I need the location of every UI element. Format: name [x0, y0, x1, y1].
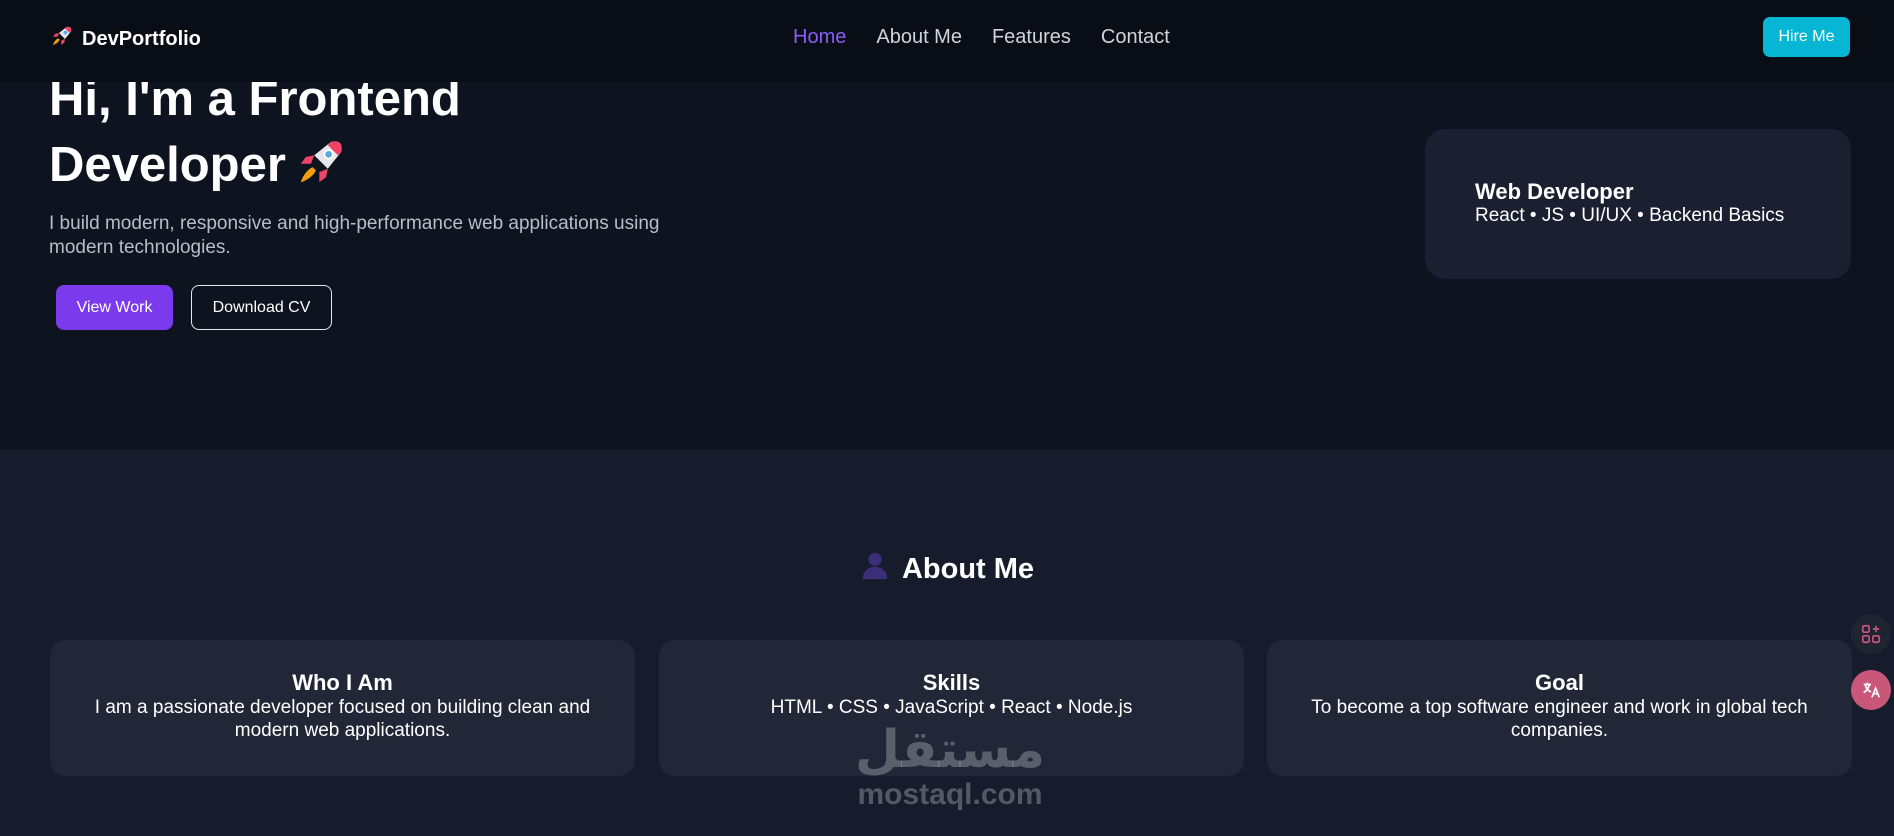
card-text: To become a top software engineer and wo…: [1311, 697, 1808, 741]
role-card: Web Developer React • JS • UI/UX • Backe…: [1425, 129, 1851, 279]
hire-me-button[interactable]: Hire Me: [1763, 17, 1850, 57]
card-title: Goal: [1535, 670, 1584, 695]
hero-subtitle: I build modern, responsive and high-perf…: [49, 213, 660, 258]
hero-title: Hi, I'm a Frontend Developer: [49, 66, 689, 206]
brand-name: DevPortfolio: [82, 27, 201, 50]
nav-link-home[interactable]: Home: [793, 22, 846, 52]
role-card-title: Web Developer: [1475, 179, 1634, 204]
nav-links: Home About Me Features Contact: [793, 22, 1170, 52]
top-navbar: DevPortfolio Home About Me Features Cont…: [0, 0, 1894, 82]
nav-link-about-me[interactable]: About Me: [876, 22, 962, 52]
watermark-arabic: مستقل: [854, 720, 1046, 780]
apps-icon[interactable]: [1851, 614, 1891, 654]
nav-link-contact[interactable]: Contact: [1101, 22, 1170, 52]
role-card-text: React • JS • UI/UX • Backend Basics: [1475, 205, 1785, 226]
rocket-icon: [294, 135, 348, 206]
translate-icon[interactable]: [1851, 670, 1891, 710]
card-goal: Goal To become a top software engineer a…: [1267, 640, 1852, 776]
watermark: مستقل mostaql.com: [820, 722, 1080, 812]
about-heading: About Me: [0, 550, 1894, 588]
brand-logo[interactable]: DevPortfolio: [50, 24, 201, 54]
about-heading-text: About Me: [901, 552, 1035, 585]
card-title: Who I Am: [292, 670, 393, 695]
card-who-i-am: Who I Am I am a passionate developer foc…: [50, 640, 635, 776]
download-cv-button[interactable]: Download CV: [191, 285, 332, 330]
nav-link-features[interactable]: Features: [992, 22, 1071, 52]
watermark-latin: mostaql.com: [857, 778, 1043, 811]
card-title: Skills: [922, 670, 981, 695]
person-icon: [860, 550, 890, 588]
card-text: I am a passionate developer focused on b…: [94, 697, 591, 741]
hero-title-line2: Developer: [49, 138, 286, 192]
card-text: HTML • CSS • JavaScript • React • Node.j…: [770, 697, 1133, 718]
view-work-button[interactable]: View Work: [56, 285, 173, 330]
rocket-icon: [50, 24, 74, 54]
